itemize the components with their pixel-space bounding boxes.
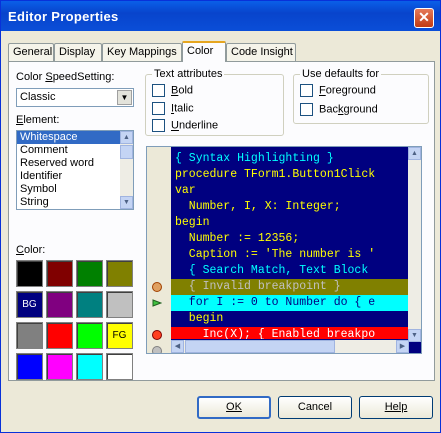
italic-check[interactable]: [152, 102, 165, 115]
color-tab-panel: Color SpeedSetting: Classic ▼ Element: W…: [8, 61, 435, 381]
scroll-left-icon[interactable]: ◀: [171, 340, 184, 353]
element-scrollbar[interactable]: ▲ ▼: [120, 131, 133, 209]
scroll-down-icon[interactable]: ▼: [120, 196, 133, 209]
text-attributes-title: Text attributes: [152, 68, 225, 80]
help-label: Help: [384, 401, 408, 413]
element-listbox[interactable]: Whitespace Comment Reserved word Identifier…: [16, 130, 134, 210]
code-line: Caption := 'The number is ': [171, 247, 409, 263]
tab-color[interactable]: Color: [182, 41, 226, 62]
color-swatch-navy[interactable]: BG: [16, 291, 43, 318]
element-list-item[interactable]: Identifier: [17, 170, 133, 183]
color-swatch-blue[interactable]: [16, 353, 43, 380]
underline-checkbox[interactable]: Underline: [152, 119, 218, 133]
code-line: { Search Match, Text Block: [171, 263, 409, 279]
color-swatch-teal[interactable]: [76, 291, 103, 318]
scroll-up-icon[interactable]: ▲: [408, 147, 421, 160]
code-line: begin: [171, 311, 409, 327]
bold-label: Bold: [171, 84, 194, 97]
code-line: var: [171, 183, 409, 199]
color-swatch-black[interactable]: [16, 260, 43, 287]
use-defaults-group: Use defaults for Foreground Background: [293, 68, 429, 124]
background-checkbox[interactable]: Background: [300, 103, 378, 117]
bold-check[interactable]: [152, 84, 165, 97]
color-swatch-white[interactable]: [106, 353, 133, 380]
element-list-item[interactable]: Symbol: [17, 183, 133, 196]
code-line: Inc(X); { Enabled breakpo: [171, 327, 409, 339]
tab-key-mappings[interactable]: Key Mappings: [102, 43, 182, 61]
color-swatch-gray[interactable]: [16, 322, 43, 349]
execution-point-icon: [152, 298, 163, 308]
color-speed-label: Color SpeedSetting:: [16, 71, 115, 83]
help-button[interactable]: Help: [359, 396, 433, 419]
editor-properties-dialog: Editor Properties ✕ General Display Key …: [0, 0, 441, 433]
tab-general[interactable]: General: [8, 43, 54, 61]
close-button[interactable]: ✕: [414, 8, 434, 28]
background-check[interactable]: [300, 103, 313, 116]
editor-vertical-scrollbar[interactable]: ▲ ▼: [408, 147, 421, 342]
code-line: { Syntax Highlighting }: [171, 151, 409, 167]
editor-gutter: [147, 147, 171, 353]
breakpoint-disabled-icon: [152, 346, 162, 353]
scroll-down-icon[interactable]: ▼: [408, 329, 421, 342]
ok-button[interactable]: OK: [197, 396, 271, 419]
tab-code-insight[interactable]: Code Insight: [226, 43, 296, 61]
code-line: Number := 12356;: [171, 231, 409, 247]
window-title: Editor Properties: [8, 9, 119, 24]
breakpoint-invalid-icon: [152, 282, 162, 292]
color-label: Color:: [16, 244, 46, 256]
code-preview[interactable]: { Syntax Highlighting } procedure TForm1.…: [146, 146, 422, 354]
scroll-thumb[interactable]: [120, 145, 133, 159]
code-line: Number, I, X: Integer;: [171, 199, 409, 215]
color-swatch-lime[interactable]: [76, 322, 103, 349]
underline-label: Underline: [171, 119, 219, 132]
text-attributes-group: Text attributes Bold Italic Underline: [145, 68, 284, 136]
color-swatch-purple[interactable]: [46, 291, 73, 318]
underline-check[interactable]: [152, 119, 165, 132]
foreground-checkbox[interactable]: Foreground: [300, 84, 376, 98]
element-list-item[interactable]: Whitespace: [17, 131, 133, 144]
code-line: { Invalid breakpoint }: [171, 279, 409, 295]
color-swatch-maroon[interactable]: [46, 260, 73, 287]
color-swatch-silver[interactable]: [106, 291, 133, 318]
element-label: Element:: [16, 114, 60, 126]
close-icon: ✕: [418, 9, 430, 25]
color-speed-value: Classic: [20, 91, 56, 103]
code-line: procedure TForm1.Button1Click: [171, 167, 409, 183]
foreground-label: Foreground: [319, 84, 376, 97]
tab-display[interactable]: Display: [54, 43, 102, 61]
color-swatch-green[interactable]: [76, 260, 103, 287]
ok-label: OK: [226, 401, 242, 413]
bold-checkbox[interactable]: Bold: [152, 84, 193, 98]
code-line: for I := 0 to Number do { e: [171, 295, 409, 311]
scroll-thumb[interactable]: [185, 340, 335, 353]
italic-label: Italic: [171, 102, 194, 115]
element-list-item[interactable]: Comment: [17, 144, 133, 157]
color-swatch-red[interactable]: [46, 322, 73, 349]
foreground-check[interactable]: [300, 84, 313, 97]
scroll-right-icon[interactable]: ▶: [396, 340, 409, 353]
italic-checkbox[interactable]: Italic: [152, 102, 194, 116]
background-label: Background: [319, 103, 378, 116]
title-bar[interactable]: Editor Properties ✕: [1, 1, 440, 31]
color-swatch-yellow[interactable]: FG: [106, 322, 133, 349]
scroll-up-icon[interactable]: ▲: [120, 131, 133, 144]
color-swatch-aqua[interactable]: [76, 353, 103, 380]
element-list-item[interactable]: Reserved word: [17, 157, 133, 170]
color-swatch-olive[interactable]: [106, 260, 133, 287]
breakpoint-enabled-icon: [152, 330, 162, 340]
code-lines: { Syntax Highlighting } procedure TForm1.…: [171, 151, 409, 339]
color-speed-select[interactable]: Classic ▼: [16, 88, 134, 107]
code-line: begin: [171, 215, 409, 231]
editor-horizontal-scrollbar[interactable]: ◀ ▶: [171, 340, 409, 353]
element-list-item[interactable]: String: [17, 196, 133, 209]
cancel-button[interactable]: Cancel: [278, 396, 352, 419]
use-defaults-title: Use defaults for: [300, 68, 382, 80]
chevron-down-icon[interactable]: ▼: [117, 90, 132, 105]
color-swatch-fuchsia[interactable]: [46, 353, 73, 380]
